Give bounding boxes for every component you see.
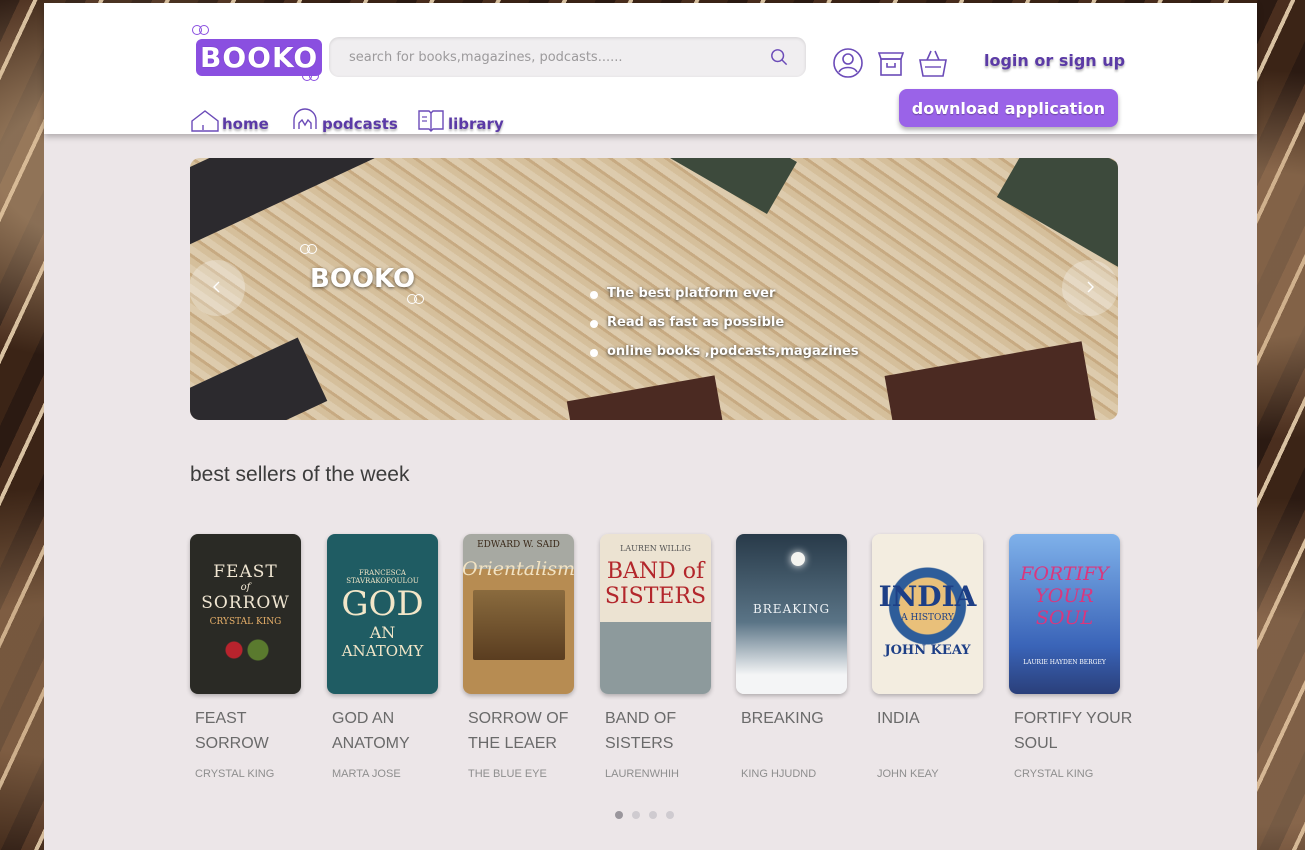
book-title: SORROW OF THE LEAER: [468, 710, 569, 752]
book-card[interactable]: FRANCESCA STAVRAKOPOULOU GOD AN ANATOMY …: [327, 534, 438, 780]
book-author: THE BLUE EYE: [468, 768, 547, 780]
carousel-prev-button[interactable]: [190, 260, 245, 316]
book-author: JOHN KEAY: [877, 768, 939, 780]
headphones-icon: [293, 108, 317, 129]
nav-item-home[interactable]: home: [190, 105, 269, 133]
cover-art: [472, 590, 565, 660]
search-bar: [329, 37, 806, 77]
book-author: CRYSTAL KING: [1014, 768, 1094, 780]
chevron-right-icon: [1087, 281, 1094, 292]
book-card[interactable]: INDIA A HISTORY JOHN KEAY INDIA JOHN KEA…: [872, 534, 983, 780]
download-app-button[interactable]: download application: [899, 89, 1118, 127]
cover-text: A HISTORY: [901, 613, 954, 623]
banner-book-shape: [190, 158, 375, 252]
pagination-dot[interactable]: [649, 811, 657, 819]
home-icon: [191, 110, 219, 132]
logo-rings-icon: [302, 71, 320, 81]
cover-text: GOD: [341, 583, 424, 624]
cover-text: CRYSTAL KING: [209, 616, 282, 627]
best-sellers-title: best sellers of the week: [190, 463, 410, 486]
nav-label: library: [448, 115, 504, 133]
feature-item: Read as fast as possible: [590, 315, 859, 330]
cover-text: YOUR: [1035, 584, 1094, 607]
book-card[interactable]: FEAST of SORROW CRYSTAL KING FEAST SORRO…: [190, 534, 301, 780]
cover-text: AN: [369, 622, 396, 642]
pagination-dot[interactable]: [615, 811, 623, 819]
cover-text: SORROW: [201, 592, 290, 613]
book-card[interactable]: EDWARD W. SAID Orientalism SORROW OF THE…: [463, 534, 574, 780]
chevron-left-icon: [213, 281, 220, 292]
pagination-dot[interactable]: [632, 811, 640, 819]
cover-text: BAND of: [606, 559, 705, 584]
book-cover: BREAKING: [736, 534, 847, 694]
book-cover: FRANCESCA STAVRAKOPOULOU GOD AN ANATOMY: [327, 534, 438, 694]
book-title: FEAST SORROW: [195, 710, 269, 752]
book-title: FORTIFY YOUR SOUL: [1014, 710, 1133, 752]
book-cover: LAUREN WILLIG BAND of SISTERS: [600, 534, 711, 694]
logo-rings-icon: [300, 244, 318, 254]
logo-rings-icon: [192, 25, 210, 35]
cover-text: FRANCESCA STAVRAKOPOULOU: [346, 568, 419, 585]
cover-text: INDIA: [878, 580, 977, 613]
shop-icon[interactable]: [875, 47, 907, 79]
book-author: CRYSTAL KING: [195, 768, 275, 780]
banner-features: The best platform ever Read as fast as p…: [590, 286, 859, 373]
nav-label: home: [222, 115, 269, 133]
user-icon[interactable]: [832, 47, 864, 79]
book-card[interactable]: LAUREN WILLIG BAND of SISTERS BAND OF SI…: [600, 534, 711, 780]
basket-icon[interactable]: [917, 47, 949, 79]
cover-text: BREAKING: [752, 602, 831, 616]
banner-book-shape: [190, 337, 328, 420]
logo[interactable]: BOOKO: [192, 25, 323, 85]
search-icon[interactable]: [770, 48, 788, 66]
cover-text: EDWARD W. SAID: [477, 540, 560, 550]
banner-book-shape: [663, 158, 797, 214]
book-cover: INDIA A HISTORY JOHN KEAY: [872, 534, 983, 694]
book-author: KING HJUDND: [741, 768, 817, 780]
book-card[interactable]: FORTIFY YOUR SOUL LAURIE HAYDEN BERGEY F…: [1009, 534, 1132, 780]
logo-rings-icon: [407, 294, 425, 304]
carousel-pagination: [615, 811, 674, 819]
hero-banner: BOOKO The best platform ever Read as fas…: [190, 158, 1118, 420]
nav-item-podcasts[interactable]: podcasts: [290, 105, 398, 133]
cover-text: of: [240, 581, 251, 593]
cover-text: FORTIFY: [1020, 562, 1109, 585]
carousel-next-button[interactable]: [1062, 260, 1118, 316]
cover-text: LAURIE HAYDEN BERGEY: [1023, 658, 1106, 666]
header: BOOKO login or sign up do: [44, 3, 1257, 134]
book-cover: FORTIFY YOUR SOUL LAURIE HAYDEN BERGEY: [1009, 534, 1120, 694]
book-title: BAND OF SISTERS: [605, 710, 677, 752]
login-signup-link[interactable]: login or sign up: [984, 51, 1125, 70]
book-author: MARTA JOSE: [332, 768, 401, 780]
search-input[interactable]: [349, 47, 749, 67]
cover-text: SISTERS: [604, 584, 707, 609]
cover-text: SOUL: [1035, 606, 1094, 629]
book-cover: FEAST of SORROW CRYSTAL KING: [190, 534, 301, 694]
nav-item-library[interactable]: library: [416, 105, 504, 133]
book-author: LAURENWHIH: [605, 768, 679, 780]
book-title: GOD AN ANATOMY: [332, 710, 410, 752]
cover-text: JOHN KEAY: [884, 643, 971, 658]
banner-logo-text: BOOKO: [310, 264, 416, 294]
feature-item: The best platform ever: [590, 286, 859, 301]
banner-book-shape: [566, 375, 724, 420]
book-cover: EDWARD W. SAID Orientalism: [463, 534, 574, 694]
pagination-dot[interactable]: [666, 811, 674, 819]
feature-item: online books ,podcasts,magazines: [590, 344, 859, 359]
book-title: INDIA: [877, 710, 920, 727]
cover-text: LAUREN WILLIG: [620, 544, 691, 553]
book-icon: [418, 110, 444, 132]
cover-text: Orientalism: [463, 558, 574, 580]
cover-text: FEAST: [213, 561, 278, 582]
banner-book-shape: [996, 158, 1118, 267]
cover-text: ANATOMY: [341, 641, 424, 660]
nav-label: podcasts: [322, 115, 398, 133]
book-card[interactable]: BREAKING BREAKING KING HJUDND: [736, 534, 847, 780]
cover-art: [215, 632, 276, 667]
moon-icon: [791, 552, 805, 566]
page: BOOKO login or sign up do: [44, 3, 1257, 850]
banner-book-shape: [884, 341, 1096, 420]
book-title: BREAKING: [741, 710, 824, 727]
